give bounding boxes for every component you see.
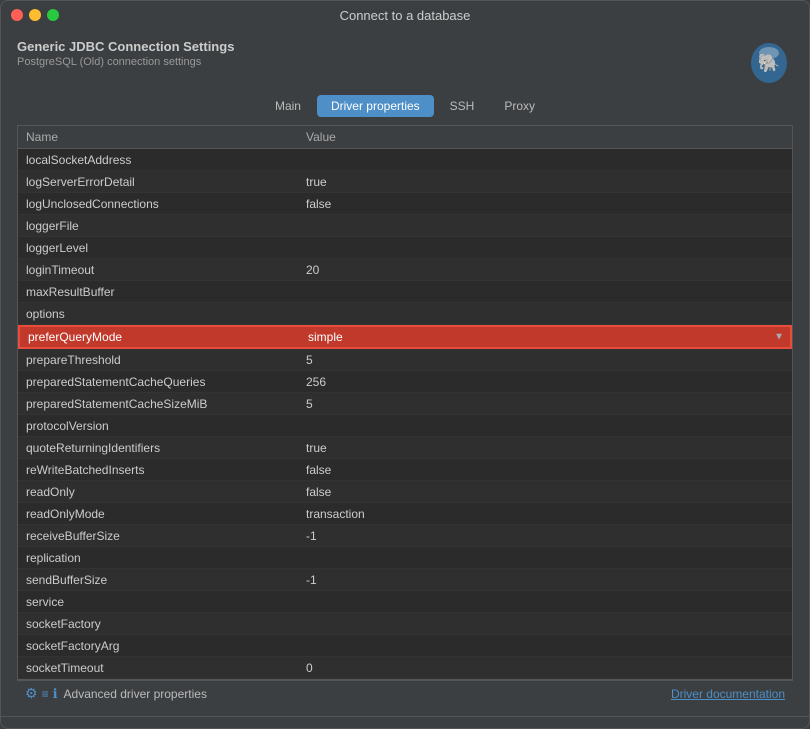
tab-main[interactable]: Main (261, 95, 315, 117)
row-name: prepareThreshold (26, 353, 306, 367)
table-row[interactable]: reWriteBatchedInsertsfalse (18, 459, 792, 481)
list-icon: ≡ (42, 687, 49, 701)
row-name: socketFactoryArg (26, 639, 306, 653)
bottom-buttons: Test Connection ... < Back Next > Cancel… (1, 716, 809, 729)
row-name: protocolVersion (26, 419, 306, 433)
row-value: true (306, 175, 784, 189)
tab-ssh[interactable]: SSH (436, 95, 489, 117)
table-row[interactable]: loginTimeout20 (18, 259, 792, 281)
row-value: -1 (306, 573, 784, 587)
settings-icon: ⚙ (25, 685, 38, 702)
row-name: service (26, 595, 306, 609)
table-body[interactable]: localSocketAddresslogServerErrorDetailtr… (18, 149, 792, 679)
row-name: receiveBufferSize (26, 529, 306, 543)
table-row[interactable]: socketTimeout0 (18, 657, 792, 679)
row-name: replication (26, 551, 306, 565)
table-row[interactable]: readOnlyfalse (18, 481, 792, 503)
advanced-label[interactable]: Advanced driver properties (64, 687, 207, 701)
table-row[interactable]: logUnclosedConnectionsfalse (18, 193, 792, 215)
row-name: readOnlyMode (26, 507, 306, 521)
header-subtitle: PostgreSQL (Old) connection settings (17, 56, 234, 68)
table-row[interactable]: logServerErrorDetailtrue (18, 171, 792, 193)
row-value: 256 (306, 375, 784, 389)
table-row[interactable]: socketFactoryArg (18, 635, 792, 657)
row-name: readOnly (26, 485, 306, 499)
table-row[interactable]: receiveBufferSize-1 (18, 525, 792, 547)
row-name: reWriteBatchedInserts (26, 463, 306, 477)
svg-text:🐘: 🐘 (758, 53, 780, 73)
dropdown-arrow-icon[interactable]: ▼ (774, 332, 784, 343)
table-row[interactable]: preferQueryModesimple▼ (18, 325, 792, 349)
col-name-header: Name (26, 130, 306, 144)
title-bar: Connect to a database (1, 1, 809, 29)
driver-doc-link[interactable]: Driver documentation (671, 687, 785, 701)
close-button[interactable] (11, 9, 23, 21)
row-name: preparedStatementCacheQueries (26, 375, 306, 389)
table-row[interactable]: quoteReturningIdentifierstrue (18, 437, 792, 459)
row-value: 20 (306, 263, 784, 277)
table-header: Name Value (18, 126, 792, 149)
main-window: Connect to a database Generic JDBC Conne… (0, 0, 810, 729)
row-name: loggerLevel (26, 241, 306, 255)
table-row[interactable]: loggerLevel (18, 237, 792, 259)
table-row[interactable]: protocolVersion (18, 415, 792, 437)
properties-table: Name Value localSocketAddress logServerEr… (17, 125, 793, 680)
table-row[interactable]: readOnlyModetransaction (18, 503, 792, 525)
row-value: 5 (306, 353, 784, 367)
row-name: quoteReturningIdentifiers (26, 441, 306, 455)
header-title: Generic JDBC Connection Settings (17, 39, 234, 54)
row-name: localSocketAddress (26, 153, 306, 167)
footer-bar: ⚙ ≡ ℹ Advanced driver properties Driver … (17, 680, 793, 706)
col-value-header: Value (306, 130, 784, 144)
row-name: maxResultBuffer (26, 285, 306, 299)
table-row[interactable]: loggerFile (18, 215, 792, 237)
row-name: preparedStatementCacheSizeMiB (26, 397, 306, 411)
tabs-bar: Main Driver properties SSH Proxy (17, 95, 793, 117)
row-value: false (306, 463, 784, 477)
maximize-button[interactable] (47, 9, 59, 21)
header-section: Generic JDBC Connection Settings Postgre… (17, 39, 793, 87)
row-name: loggerFile (26, 219, 306, 233)
minimize-button[interactable] (29, 9, 41, 21)
row-name: logUnclosedConnections (26, 197, 306, 211)
header-text: Generic JDBC Connection Settings Postgre… (17, 39, 234, 68)
tab-proxy[interactable]: Proxy (490, 95, 549, 117)
row-name: logServerErrorDetail (26, 175, 306, 189)
row-name: socketFactory (26, 617, 306, 631)
table-row[interactable]: options (18, 303, 792, 325)
row-value: -1 (306, 529, 784, 543)
traffic-lights (11, 9, 59, 21)
row-name: sendBufferSize (26, 573, 306, 587)
postgresql-logo: 🐘 (745, 39, 793, 87)
row-name: loginTimeout (26, 263, 306, 277)
table-row[interactable]: replication (18, 547, 792, 569)
table-row[interactable]: maxResultBuffer (18, 281, 792, 303)
row-value: 5 (306, 397, 784, 411)
row-value: false (306, 485, 784, 499)
window-title: Connect to a database (340, 8, 471, 23)
table-row[interactable]: preparedStatementCacheSizeMiB5 (18, 393, 792, 415)
row-name: preferQueryMode (28, 330, 308, 344)
row-value: true (306, 441, 784, 455)
table-row[interactable]: preparedStatementCacheQueries256 (18, 371, 792, 393)
dialog-content: Generic JDBC Connection Settings Postgre… (1, 29, 809, 716)
table-row[interactable]: service (18, 591, 792, 613)
row-value: transaction (306, 507, 784, 521)
table-row[interactable]: prepareThreshold5 (18, 349, 792, 371)
row-value: false (306, 197, 784, 211)
info-icon: ℹ (53, 686, 58, 702)
tab-driver-properties[interactable]: Driver properties (317, 95, 434, 117)
table-row[interactable]: localSocketAddress (18, 149, 792, 171)
row-value: simple (308, 330, 782, 344)
row-name: options (26, 307, 306, 321)
row-value: 0 (306, 661, 784, 675)
table-row[interactable]: sendBufferSize-1 (18, 569, 792, 591)
table-row[interactable]: socketFactory (18, 613, 792, 635)
row-name: socketTimeout (26, 661, 306, 675)
